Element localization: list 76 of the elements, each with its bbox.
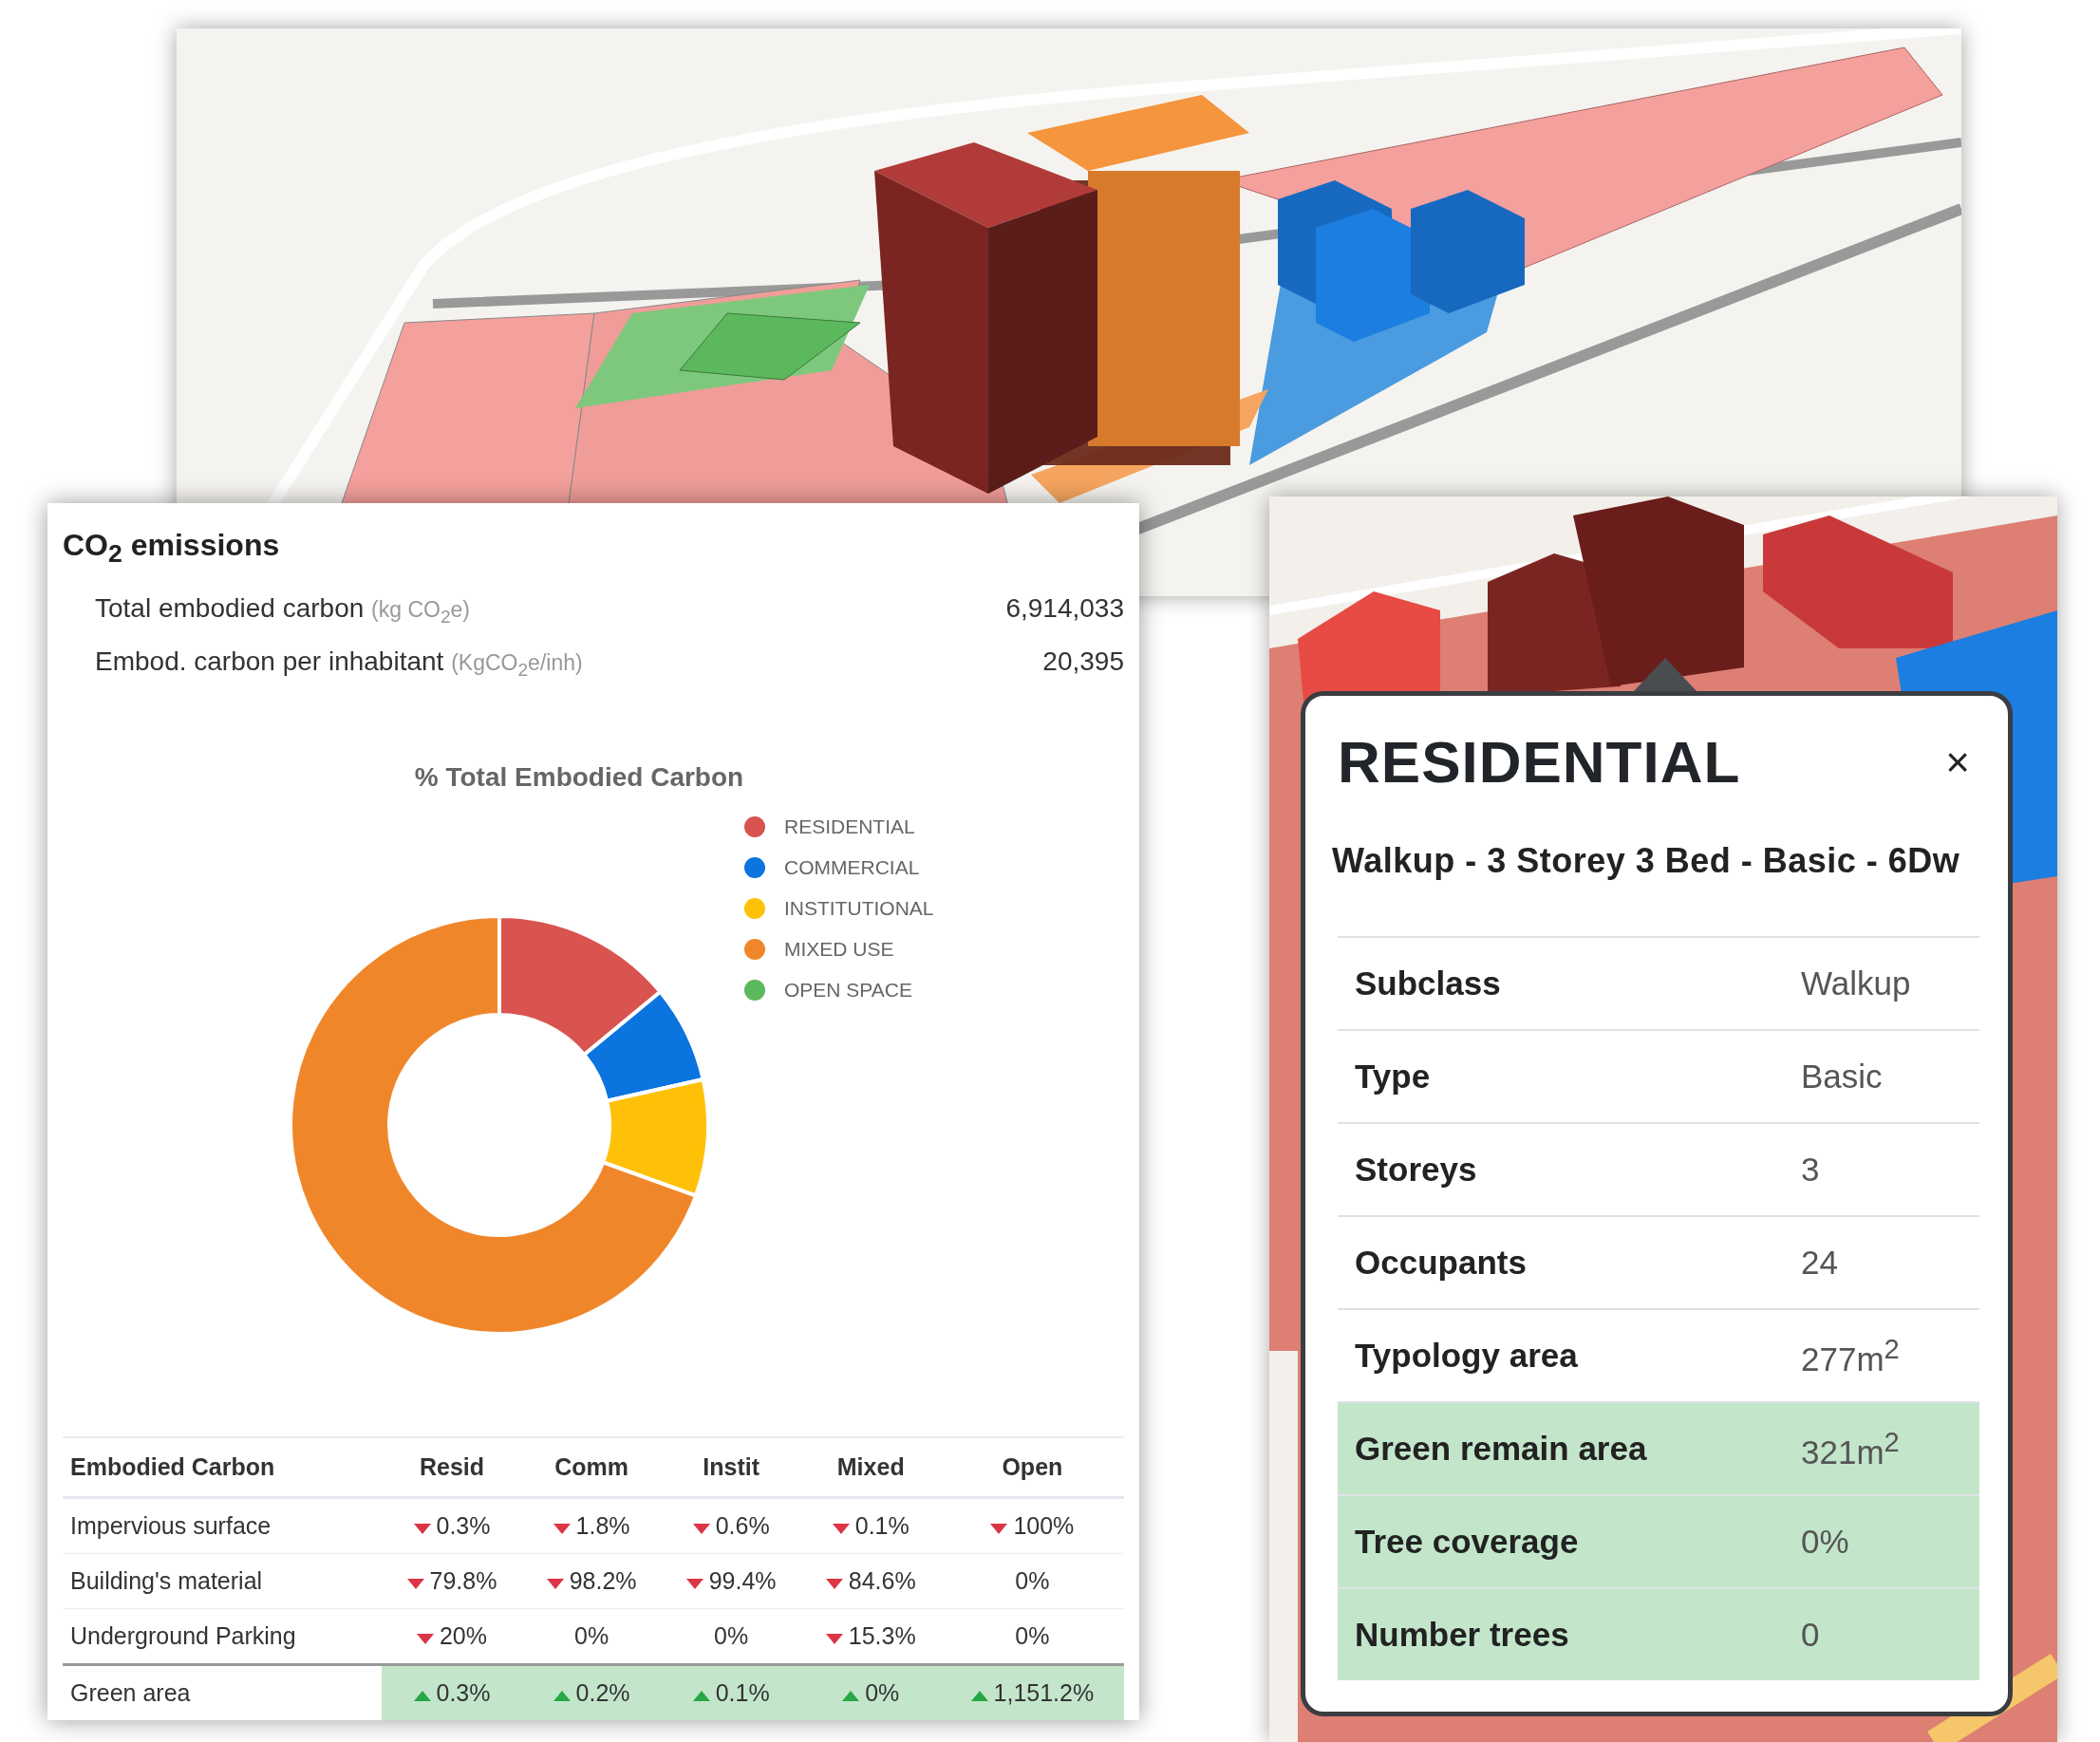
down-triangle-icon xyxy=(553,1524,571,1534)
property-label: Number trees xyxy=(1354,1616,1570,1654)
down-triangle-icon xyxy=(990,1524,1008,1534)
up-triangle-icon xyxy=(413,1691,431,1701)
down-triangle-icon xyxy=(416,1634,434,1644)
table-cell: 0% xyxy=(800,1664,941,1720)
legend-label: INSTITUTIONAL xyxy=(784,896,934,920)
property-value: 24 xyxy=(1801,1244,1838,1282)
property-value: 0 xyxy=(1801,1616,1820,1654)
table-cell: 20% xyxy=(382,1608,522,1665)
down-triangle-icon xyxy=(546,1579,564,1589)
legend-label: OPEN SPACE xyxy=(784,978,912,1002)
property-value: 3 xyxy=(1801,1151,1820,1189)
table-cell: 0.1% xyxy=(661,1664,801,1720)
property-label: Tree coverage xyxy=(1354,1523,1580,1561)
row-label: Building's material xyxy=(63,1553,383,1609)
table-cell: 0.3% xyxy=(382,1664,522,1720)
down-triangle-icon xyxy=(825,1634,843,1644)
column-header: Embodied Carbon xyxy=(63,1437,383,1498)
table-cell: 79.8% xyxy=(382,1553,522,1609)
metric-label: Embod. carbon per inhabitant (KgCO$_{2}$e/inh) xyxy=(95,646,583,681)
table-cell: 0% xyxy=(661,1608,801,1665)
legend-label: RESIDENTIAL xyxy=(784,815,915,838)
legend-label: MIXED USE xyxy=(784,937,894,961)
metric-value: 20,395 xyxy=(1042,646,1124,677)
column-header: Mixed xyxy=(800,1437,941,1498)
property-label: Occupants xyxy=(1354,1244,1528,1282)
table-cell: 1,151.2% xyxy=(940,1664,1124,1720)
property-value: 0% xyxy=(1801,1523,1849,1561)
table-cell: 100% xyxy=(940,1497,1124,1554)
row-label: Underground Parking xyxy=(63,1608,383,1665)
property-value: Walkup xyxy=(1801,965,1911,1002)
column-header: Comm xyxy=(521,1437,662,1498)
row-label: Impervious surface xyxy=(63,1497,383,1554)
table-cell: 15.3% xyxy=(800,1608,941,1665)
up-triangle-icon xyxy=(553,1691,571,1701)
table-cell: 0% xyxy=(521,1608,662,1665)
up-triangle-icon xyxy=(970,1691,988,1701)
property-label: Storeys xyxy=(1354,1151,1478,1189)
table-cell: 0.6% xyxy=(661,1497,801,1554)
table-cell: 84.6% xyxy=(800,1553,941,1609)
property-value: 277m$^{2}$ xyxy=(1801,1333,1900,1378)
column-header: Open xyxy=(940,1437,1124,1498)
down-triangle-icon xyxy=(685,1579,703,1589)
chart-title: % Total Embodied Carbon xyxy=(413,761,745,793)
row-label: Green area xyxy=(63,1664,383,1720)
column-header: Resid xyxy=(382,1437,522,1498)
metric-label: Total embodied carbon (kg CO$_{2}$e) xyxy=(95,593,471,627)
close-button[interactable]: × xyxy=(1936,738,1979,786)
property-value: 321m$^{2}$ xyxy=(1801,1426,1900,1471)
up-triangle-icon xyxy=(692,1691,710,1701)
table-cell: 0.1% xyxy=(800,1497,941,1554)
table-cell: 0.3% xyxy=(382,1497,522,1554)
table-cell: 99.4% xyxy=(661,1553,801,1609)
property-label: Green remain area xyxy=(1354,1430,1648,1468)
down-triangle-icon xyxy=(406,1579,424,1589)
legend-label: COMMERCIAL xyxy=(784,855,920,879)
down-triangle-icon xyxy=(692,1524,710,1534)
down-triangle-icon xyxy=(832,1524,850,1534)
table-cell: 98.2% xyxy=(521,1553,662,1609)
table-cell: 0% xyxy=(940,1553,1124,1609)
property-label: Typology area xyxy=(1354,1337,1579,1375)
metric-value: 6,914,033 xyxy=(1005,593,1124,625)
table-cell: 0.2% xyxy=(521,1664,662,1720)
column-header: Instit xyxy=(661,1437,801,1498)
property-label: Type xyxy=(1354,1058,1432,1096)
up-triangle-icon xyxy=(842,1691,860,1701)
down-triangle-icon xyxy=(413,1524,431,1534)
down-triangle-icon xyxy=(825,1579,843,1589)
popup-subtitle: Walkup - 3 Storey 3 Bed - Basic - 6Dw xyxy=(1332,841,1961,881)
popup-title: RESIDENTIAL xyxy=(1338,728,1741,796)
table-cell: 1.8% xyxy=(521,1497,662,1554)
property-value: Basic xyxy=(1801,1058,1883,1096)
panel-title: CO$_{2}$ emissions xyxy=(63,528,281,570)
property-label: Subclass xyxy=(1354,965,1502,1002)
table-cell: 0% xyxy=(940,1608,1124,1665)
